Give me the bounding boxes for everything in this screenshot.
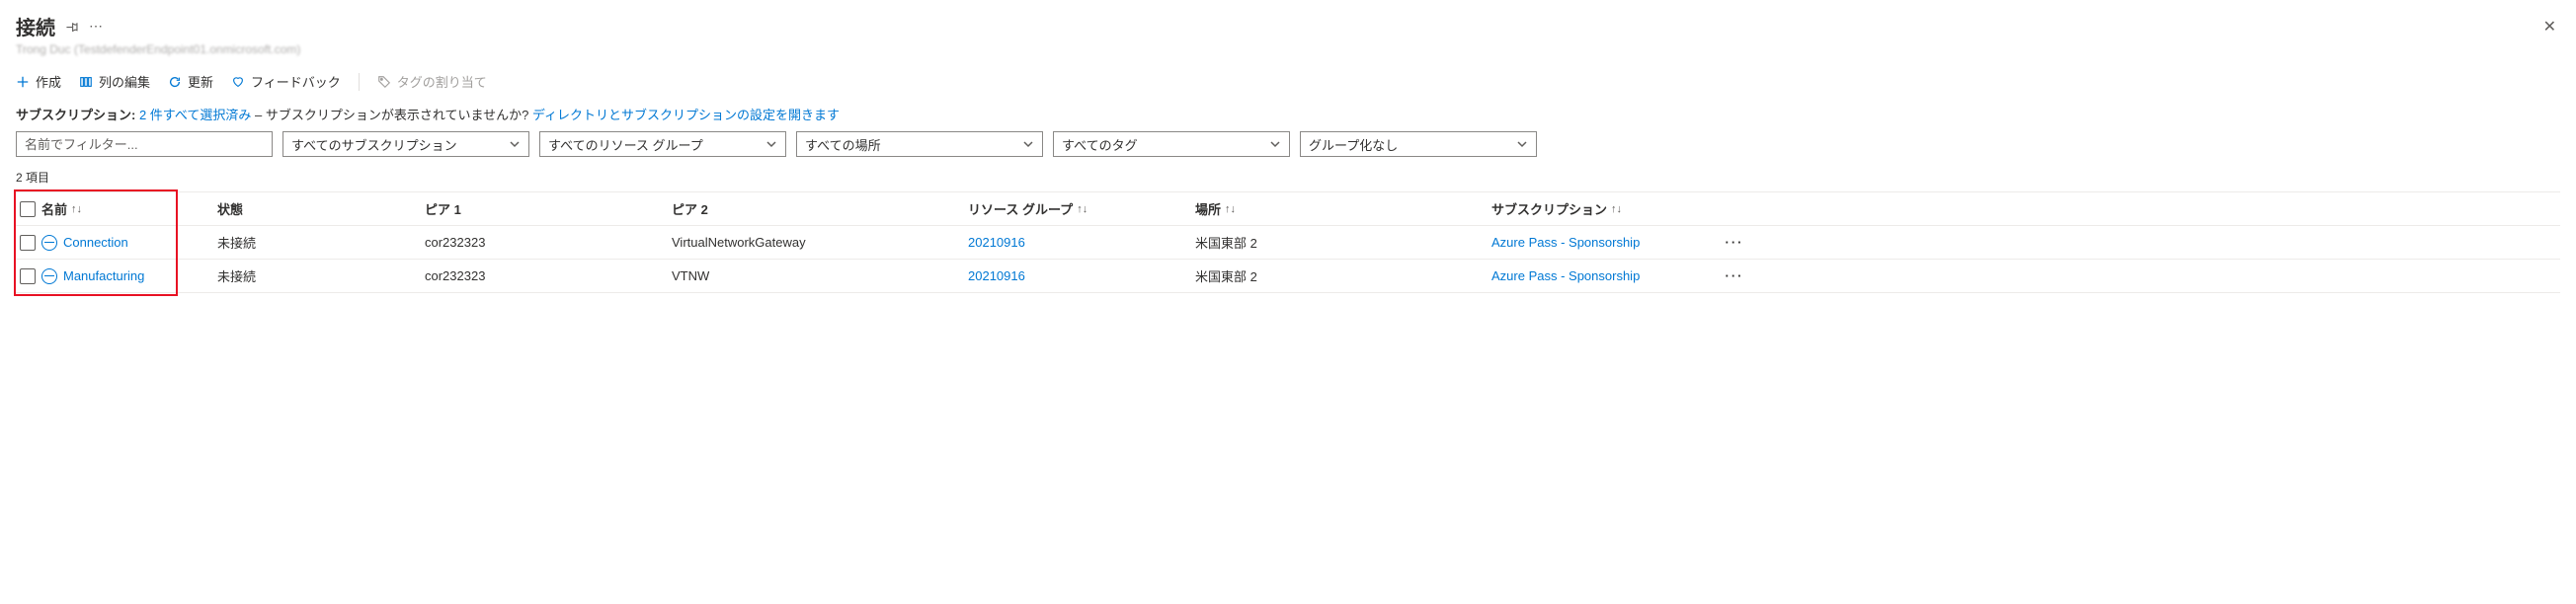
cell-peer2: VTNW: [672, 268, 968, 283]
grouping-filter-label: グループ化なし: [1309, 135, 1398, 154]
feedback-label: フィードバック: [251, 72, 341, 91]
cell-resource-group: 20210916: [968, 235, 1195, 250]
row-name-link[interactable]: Manufacturing: [63, 268, 144, 283]
toolbar-divider: [359, 73, 360, 91]
cell-location: 米国東部 2: [1195, 233, 1491, 252]
sort-icon: ↑↓: [1611, 203, 1622, 215]
chevron-down-icon: [509, 138, 521, 150]
location-filter-label: すべての場所: [805, 135, 881, 154]
sub-mid-text: – サブスクリプションが表示されていませんか?: [255, 108, 532, 122]
name-filter-input[interactable]: [16, 131, 273, 157]
tag-icon: [377, 75, 391, 89]
refresh-icon: [168, 75, 182, 89]
assign-tag-label: タグの割り当て: [397, 72, 487, 91]
page-title: 接続: [16, 12, 55, 40]
connection-icon: [41, 268, 57, 284]
table-header: 名前 ↑↓ 状態 ピア 1 ピア 2 リソース グループ↑↓ 場所↑↓ サブスクリ…: [16, 191, 2560, 225]
breadcrumb: Trong Duc (TestdefenderEndpoint01.onmicr…: [16, 42, 2560, 66]
sort-icon: ↑↓: [71, 203, 82, 215]
row-checkbox[interactable]: [20, 268, 36, 284]
filter-bar: すべてのサブスクリプション すべてのリソース グループ すべての場所 すべてのタ…: [16, 131, 2560, 165]
columns-icon: [79, 75, 93, 89]
chevron-down-icon: [1022, 138, 1034, 150]
sort-icon: ↑↓: [1225, 203, 1236, 215]
feedback-button[interactable]: フィードバック: [231, 72, 341, 91]
toolbar: 作成 列の編集 更新 フィードバック タグの割り当て: [16, 66, 2560, 101]
cell-name: Connection: [20, 235, 217, 251]
col-status[interactable]: 状態: [217, 199, 425, 218]
cell-subscription: Azure Pass - Sponsorship: [1491, 235, 1719, 250]
create-button[interactable]: 作成: [16, 72, 61, 91]
col-location[interactable]: 場所↑↓: [1195, 199, 1491, 218]
cell-name: Manufacturing: [20, 268, 217, 284]
row-more-button[interactable]: ···: [1719, 235, 1758, 250]
sub-selected-link[interactable]: 2 件すべて選択済み: [139, 108, 251, 122]
tag-filter[interactable]: すべてのタグ: [1053, 131, 1290, 157]
refresh-label: 更新: [188, 72, 213, 91]
sub-settings-link[interactable]: ディレクトリとサブスクリプションの設定を開きます: [532, 108, 840, 122]
col-resource-group[interactable]: リソース グループ↑↓: [968, 199, 1195, 218]
location-filter[interactable]: すべての場所: [796, 131, 1043, 157]
connection-icon: [41, 235, 57, 251]
pin-icon[interactable]: [65, 20, 79, 34]
name-filter-field[interactable]: [25, 137, 264, 152]
cell-location: 米国東部 2: [1195, 266, 1491, 285]
cell-peer1: cor232323: [425, 235, 672, 250]
table: 名前 ↑↓ 状態 ピア 1 ピア 2 リソース グループ↑↓ 場所↑↓ サブスクリ…: [16, 191, 2560, 293]
tag-filter-label: すべてのタグ: [1062, 135, 1138, 154]
cell-status: 未接続: [217, 266, 425, 285]
row-checkbox[interactable]: [20, 235, 36, 251]
row-more-button[interactable]: ···: [1719, 268, 1758, 283]
plus-icon: [16, 75, 30, 89]
col-peer2[interactable]: ピア 2: [672, 199, 968, 218]
edit-columns-label: 列の編集: [99, 72, 150, 91]
edit-columns-button[interactable]: 列の編集: [79, 72, 150, 91]
chevron-down-icon: [765, 138, 777, 150]
sub-label: サブスクリプション:: [16, 108, 135, 122]
item-count: 2 項目: [16, 165, 2560, 191]
resource-group-filter-label: すべてのリソース グループ: [548, 135, 703, 154]
cell-status: 未接続: [217, 233, 425, 252]
grouping-filter[interactable]: グループ化なし: [1300, 131, 1537, 157]
select-all-checkbox[interactable]: [20, 201, 36, 217]
close-icon[interactable]: ✕: [2543, 17, 2560, 37]
chevron-down-icon: [1516, 138, 1528, 150]
col-name-label: 名前: [41, 199, 67, 218]
cell-peer1: cor232323: [425, 268, 672, 283]
col-subscription[interactable]: サブスクリプション↑↓: [1491, 199, 1719, 218]
col-name[interactable]: 名前 ↑↓: [20, 199, 217, 218]
more-icon[interactable]: ⋯: [89, 18, 103, 35]
create-label: 作成: [36, 72, 61, 91]
row-name-link[interactable]: Connection: [63, 235, 128, 250]
cell-peer2: VirtualNetworkGateway: [672, 235, 968, 250]
resource-group-filter[interactable]: すべてのリソース グループ: [539, 131, 786, 157]
header: 接続 ⋯ ✕: [16, 8, 2560, 42]
table-row: Connection 未接続 cor232323 VirtualNetworkG…: [16, 225, 2560, 259]
subscription-filter[interactable]: すべてのサブスクリプション: [282, 131, 529, 157]
subscription-filter-label: すべてのサブスクリプション: [291, 135, 457, 154]
col-peer1[interactable]: ピア 1: [425, 199, 672, 218]
assign-tag-button: タグの割り当て: [377, 72, 487, 91]
chevron-down-icon: [1269, 138, 1281, 150]
refresh-button[interactable]: 更新: [168, 72, 213, 91]
cell-subscription: Azure Pass - Sponsorship: [1491, 268, 1719, 283]
cell-resource-group: 20210916: [968, 268, 1195, 283]
subscription-line: サブスクリプション: 2 件すべて選択済み – サブスクリプションが表示されてい…: [16, 101, 2560, 131]
sort-icon: ↑↓: [1077, 203, 1087, 215]
heart-icon: [231, 75, 245, 89]
table-row: Manufacturing 未接続 cor232323 VTNW 2021091…: [16, 259, 2560, 292]
